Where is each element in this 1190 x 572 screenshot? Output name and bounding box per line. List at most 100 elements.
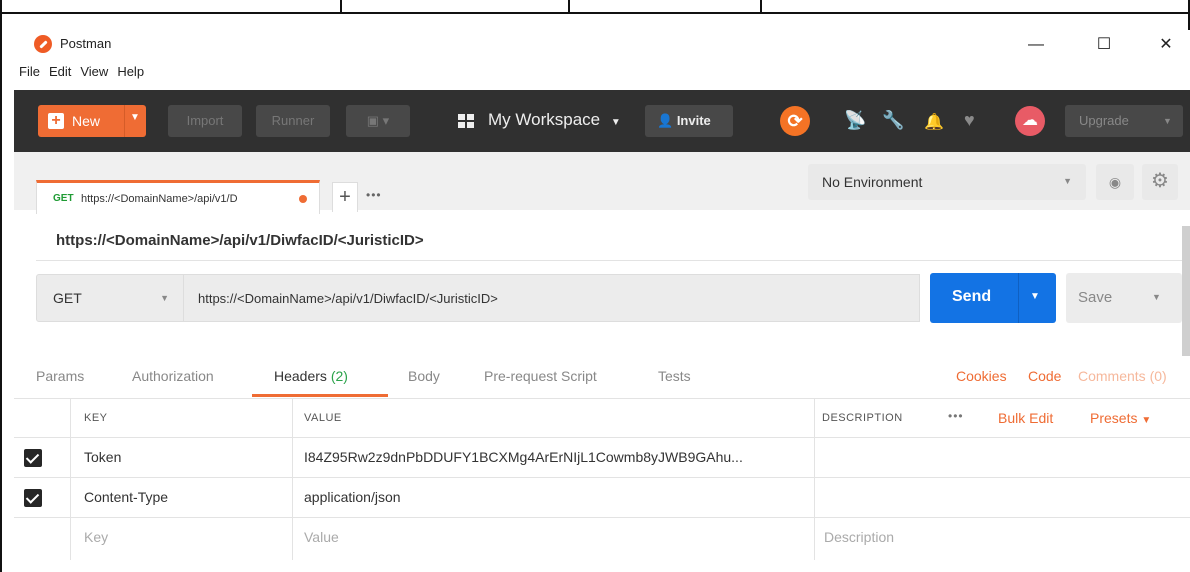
workspace-label: My Workspace bbox=[488, 110, 601, 129]
column-header-key: KEY bbox=[84, 412, 108, 424]
bell-icon[interactable]: 🔔 bbox=[924, 112, 944, 132]
presets-label: Presets bbox=[1090, 410, 1138, 426]
tab-pre-request-script[interactable]: Pre-request Script bbox=[484, 368, 597, 384]
main-toolbar: + New ▼ Import Runner ▣ ▾ My Workspace ▼… bbox=[14, 90, 1190, 152]
title-bar: Postman — ☐ ✕ bbox=[14, 30, 1190, 62]
tab-tests[interactable]: Tests bbox=[658, 368, 691, 384]
save-button[interactable]: Save ▼ bbox=[1066, 273, 1182, 323]
method-select[interactable]: GET ▼ bbox=[36, 274, 184, 322]
tab-more-button[interactable]: ••• bbox=[366, 188, 382, 202]
menu-bar: File Edit View Help bbox=[14, 64, 148, 86]
environment-label: No Environment bbox=[822, 174, 923, 190]
bulk-edit-link[interactable]: Bulk Edit bbox=[998, 410, 1053, 426]
tab-headers[interactable]: Headers (2) bbox=[274, 368, 348, 384]
chevron-down-icon[interactable]: ▼ bbox=[1030, 291, 1040, 302]
method-label: GET bbox=[53, 290, 82, 306]
invite-button-label: Invite bbox=[676, 113, 711, 128]
save-button-label: Save bbox=[1078, 289, 1113, 306]
new-window-button[interactable]: ▣ ▾ bbox=[346, 105, 410, 137]
header-value[interactable]: application/json bbox=[304, 489, 401, 505]
tab-headers-label: Headers bbox=[274, 368, 327, 384]
chevron-down-icon: ▼ bbox=[160, 293, 169, 303]
request-tab-strip: GET https://<DomainName>/api/v1/D + ••• … bbox=[14, 152, 1190, 214]
headers-count-badge: (2) bbox=[330, 368, 348, 384]
new-value-input[interactable]: Value bbox=[304, 529, 339, 545]
active-tab-indicator bbox=[252, 394, 388, 397]
sync-icon[interactable]: ⟳ bbox=[780, 106, 810, 136]
tab-method: GET bbox=[53, 193, 74, 204]
cloud-icon[interactable]: ☁ bbox=[1015, 106, 1045, 136]
table-row-new: Key Value Description bbox=[14, 518, 1190, 558]
tab-authorization[interactable]: Authorization bbox=[132, 368, 214, 384]
menu-view[interactable]: View bbox=[80, 64, 108, 79]
header-value[interactable]: I84Z95Rw2z9dnPbDDUFY1BCXMg4ArErNIjL1Cowm… bbox=[304, 449, 743, 465]
table-row: Token I84Z95Rw2z9dnPbDDUFY1BCXMg4ArErNIj… bbox=[14, 438, 1190, 478]
row-checkbox[interactable] bbox=[24, 489, 42, 507]
add-user-icon: 👤 bbox=[657, 113, 674, 128]
chevron-down-icon: ▼ bbox=[1163, 116, 1172, 126]
window-title: Postman bbox=[60, 36, 112, 51]
request-name: https://<DomainName>/api/v1/DiwfacID/<Ju… bbox=[56, 232, 424, 249]
chevron-down-icon[interactable]: ▼ bbox=[130, 112, 140, 123]
maximize-button[interactable]: ☐ bbox=[1086, 30, 1122, 60]
eye-icon[interactable]: ◉ bbox=[1096, 164, 1134, 200]
tab-url: https://<DomainName>/api/v1/D bbox=[81, 193, 238, 205]
upgrade-button[interactable]: Upgrade ▼ bbox=[1065, 105, 1183, 137]
plus-icon: + bbox=[48, 113, 64, 129]
presets-dropdown[interactable]: Presets ▼ bbox=[1090, 410, 1151, 426]
header-key[interactable]: Token bbox=[84, 449, 121, 465]
new-description-input[interactable]: Description bbox=[824, 529, 894, 545]
chevron-down-icon: ▼ bbox=[1141, 415, 1152, 426]
minimize-button[interactable]: — bbox=[1018, 30, 1054, 60]
header-key[interactable]: Content-Type bbox=[84, 489, 168, 505]
satellite-icon[interactable]: 📡 bbox=[844, 110, 866, 131]
upgrade-button-label: Upgrade bbox=[1079, 113, 1129, 128]
send-button-separator bbox=[1018, 273, 1019, 323]
invite-button[interactable]: 👤 Invite bbox=[645, 105, 733, 137]
document-table-border bbox=[0, 0, 1190, 14]
table-row: Content-Type application/json bbox=[14, 478, 1190, 518]
tab-body[interactable]: Body bbox=[408, 368, 440, 384]
table-divider bbox=[340, 0, 342, 14]
row-checkbox[interactable] bbox=[24, 449, 42, 467]
code-link[interactable]: Code bbox=[1028, 368, 1061, 384]
environment-select[interactable]: No Environment ▼ bbox=[808, 164, 1086, 200]
url-input[interactable] bbox=[184, 274, 920, 322]
postman-window: Postman — ☐ ✕ File Edit View Help + New ▼ I… bbox=[14, 30, 1190, 572]
new-button-label: New bbox=[72, 113, 101, 129]
table-divider bbox=[568, 0, 570, 14]
send-button-label: Send bbox=[952, 288, 992, 305]
menu-edit[interactable]: Edit bbox=[49, 64, 71, 79]
workspace-selector[interactable]: My Workspace ▼ bbox=[488, 110, 621, 130]
new-key-input[interactable]: Key bbox=[84, 529, 108, 545]
wrench-icon[interactable]: 🔧 bbox=[882, 110, 904, 131]
gear-icon[interactable]: ⚙ bbox=[1142, 164, 1178, 200]
chevron-down-icon[interactable]: ▼ bbox=[1152, 292, 1161, 302]
runner-button[interactable]: Runner bbox=[256, 105, 330, 137]
unsaved-dot-icon bbox=[299, 195, 307, 203]
menu-file[interactable]: File bbox=[19, 64, 40, 79]
menu-help[interactable]: Help bbox=[117, 64, 144, 79]
table-divider bbox=[760, 0, 762, 14]
chevron-down-icon: ▼ bbox=[610, 117, 621, 128]
workspace-grid-icon bbox=[458, 114, 474, 128]
postman-logo-icon bbox=[34, 35, 52, 53]
new-window-icon: ▣ ▾ bbox=[366, 113, 390, 128]
new-tab-button[interactable]: + bbox=[332, 182, 358, 212]
close-button[interactable]: ✕ bbox=[1148, 30, 1184, 60]
column-header-description: DESCRIPTION bbox=[822, 412, 903, 424]
heart-icon[interactable]: ♥ bbox=[964, 110, 975, 131]
column-header-value: VALUE bbox=[304, 412, 342, 424]
table-more-button[interactable]: ••• bbox=[948, 409, 964, 423]
document-table-border-left bbox=[0, 0, 2, 572]
new-button[interactable]: + New ▼ bbox=[38, 105, 146, 137]
comments-link[interactable]: Comments (0) bbox=[1078, 368, 1167, 384]
chevron-down-icon: ▼ bbox=[1063, 176, 1072, 186]
tab-params[interactable]: Params bbox=[36, 368, 84, 384]
request-tab[interactable]: GET https://<DomainName>/api/v1/D bbox=[36, 180, 320, 214]
send-button[interactable]: Send ▼ bbox=[930, 273, 1056, 323]
table-header-row: KEY VALUE DESCRIPTION ••• Bulk Edit Pres… bbox=[14, 398, 1190, 438]
import-button[interactable]: Import bbox=[168, 105, 242, 137]
cookies-link[interactable]: Cookies bbox=[956, 368, 1007, 384]
vertical-scrollbar[interactable] bbox=[1182, 226, 1190, 356]
